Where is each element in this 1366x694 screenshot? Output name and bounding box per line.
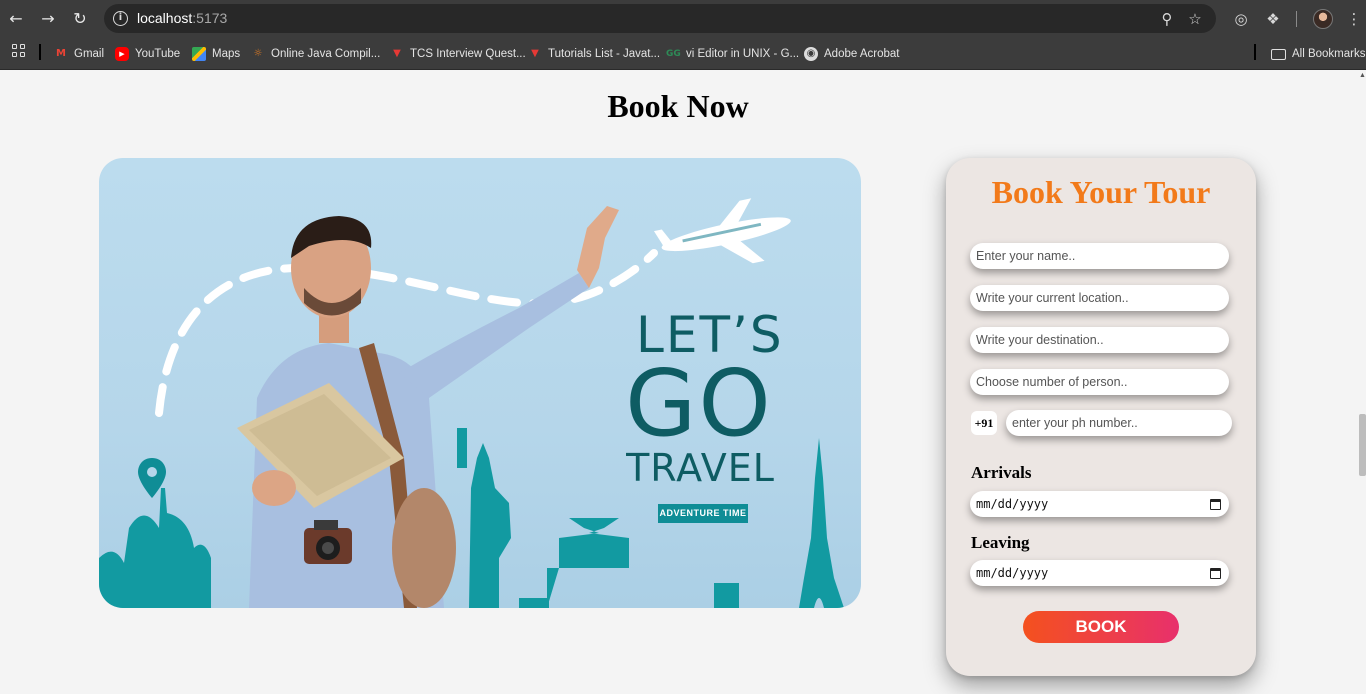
name-input[interactable] <box>970 243 1229 269</box>
bookmark-tcs[interactable]: ▼ TCS Interview Quest... <box>390 45 526 63</box>
calendar-icon[interactable] <box>1210 567 1221 579</box>
airplane-icon <box>653 198 791 264</box>
tcs-icon: ▼ <box>393 48 401 59</box>
url-port: :5173 <box>192 10 228 26</box>
toolbar-divider <box>1296 11 1297 27</box>
bookmark-label: Maps <box>212 48 241 60</box>
all-bookmarks[interactable]: All Bookmarks <box>1271 45 1366 63</box>
url-host: localhost <box>137 10 193 26</box>
persons-input[interactable] <box>970 369 1229 395</box>
bookmark-vi-editor[interactable]: GG vi Editor in UNIX - G... <box>666 45 799 63</box>
bookmark-label: Gmail <box>74 48 105 60</box>
country-code: +91 <box>971 411 997 435</box>
forward-icon[interactable]: → <box>38 9 58 29</box>
bookmark-label: TCS Interview Quest... <box>410 48 526 60</box>
arrivals-date-input[interactable]: mm/dd/yyyy <box>970 491 1229 517</box>
extensions-puzzle-icon[interactable]: ❖ <box>1263 9 1283 29</box>
destination-input[interactable] <box>970 327 1229 353</box>
maps-icon <box>192 47 206 61</box>
hero-image: LET’S GO TRAVEL ADVENTURE TIME <box>99 158 861 608</box>
leaving-label: Leaving <box>971 533 1030 552</box>
adventure-badge: ADVENTURE TIME <box>658 504 748 523</box>
compiler-icon: ☼ <box>253 48 263 59</box>
bookmarks-divider <box>1254 44 1256 60</box>
current-location-input[interactable] <box>970 285 1229 311</box>
extension-target-icon[interactable]: ◎ <box>1231 9 1251 29</box>
bookmark-youtube[interactable]: ▶ YouTube <box>115 45 180 63</box>
url-text[interactable]: localhost:5173 <box>137 10 227 26</box>
hero-heading-travel: TRAVEL <box>626 446 775 490</box>
browser-toolbar: ← → ↻ i localhost:5173 ⚲ ☆ ◎ ❖ ⋮ <box>0 0 1366 38</box>
address-bar[interactable]: i localhost:5173 ⚲ ☆ <box>104 4 1216 33</box>
bookmark-label: Online Java Compil... <box>271 48 381 60</box>
booking-card-title: Book Your Tour <box>991 174 1211 210</box>
leaving-date-value: mm/dd/yyyy <box>976 566 1049 580</box>
youtube-icon: ▶ <box>115 47 129 61</box>
scrollbar-thumb[interactable] <box>1359 414 1366 476</box>
phone-input[interactable] <box>1006 410 1232 436</box>
profile-avatar[interactable] <box>1313 9 1333 29</box>
back-icon[interactable]: ← <box>6 9 26 29</box>
bookmark-tutorials[interactable]: ▼ Tutorials List - Javat... <box>528 45 660 63</box>
menu-kebab-icon[interactable]: ⋮ <box>1344 9 1364 29</box>
bookmark-maps[interactable]: Maps <box>192 45 240 63</box>
arrivals-label: Arrivals <box>971 463 1032 482</box>
leaving-date-input[interactable]: mm/dd/yyyy <box>970 560 1229 586</box>
page-title: Book Now <box>607 88 749 124</box>
calendar-icon[interactable] <box>1210 498 1221 510</box>
geeks-icon: GG <box>666 49 681 59</box>
hero-heading-go: GO <box>625 350 773 457</box>
bookmark-label: vi Editor in UNIX - G... <box>686 48 800 60</box>
site-info-icon[interactable]: i <box>113 11 128 26</box>
javatpoint-icon: ▼ <box>531 48 539 59</box>
scroll-up-icon[interactable]: ▲ <box>1359 72 1366 80</box>
all-bookmarks-label: All Bookmarks <box>1292 48 1366 60</box>
book-button[interactable]: BOOK <box>1023 611 1179 643</box>
bookmark-adobe[interactable]: ◉ Adobe Acrobat <box>804 45 899 63</box>
bookmark-star-icon[interactable]: ☆ <box>1186 10 1204 28</box>
gmail-icon: M <box>56 48 66 59</box>
bookmark-online-java[interactable]: ☼ Online Java Compil... <box>251 45 381 63</box>
globe-icon: ◉ <box>804 47 818 61</box>
folder-icon <box>1271 48 1286 60</box>
bookmark-gmail[interactable]: M Gmail <box>54 45 104 63</box>
bookmark-label: YouTube <box>135 48 181 60</box>
bookmark-label: Tutorials List - Javat... <box>548 48 661 60</box>
apps-grid-icon[interactable] <box>12 44 26 58</box>
arrivals-date-value: mm/dd/yyyy <box>976 497 1049 511</box>
zoom-icon[interactable]: ⚲ <box>1158 10 1176 28</box>
bookmarks-divider <box>39 44 41 60</box>
reload-icon[interactable]: ↻ <box>70 9 90 29</box>
bookmark-label: Adobe Acrobat <box>824 48 900 60</box>
